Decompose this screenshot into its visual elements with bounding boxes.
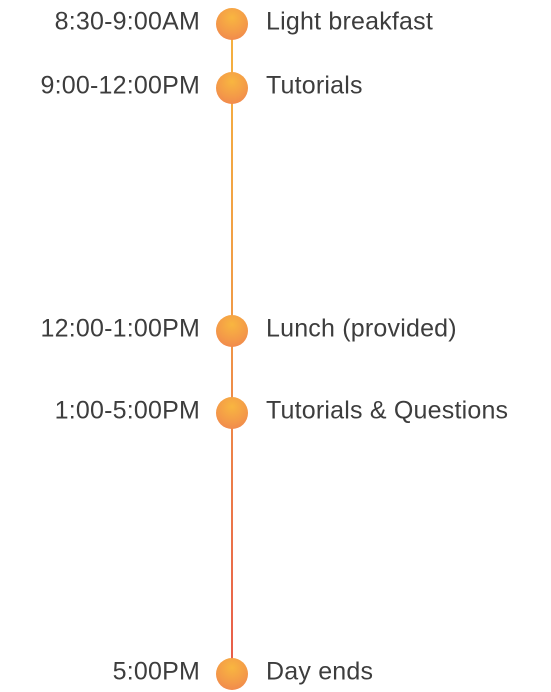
- entry-time: 8:30-9:00AM: [54, 7, 200, 36]
- timeline-dot-icon: [216, 658, 248, 690]
- entry-label: Light breakfast: [266, 7, 433, 36]
- entry-label: Tutorials: [266, 71, 363, 100]
- schedule-timeline: 8:30-9:00AM Light breakfast 9:00-12:00PM…: [0, 0, 551, 692]
- entry-label: Tutorials & Questions: [266, 396, 509, 425]
- timeline-entry-tutorials: 9:00-12:00PM Tutorials: [0, 66, 551, 106]
- timeline-entry-breakfast: 8:30-9:00AM Light breakfast: [0, 2, 551, 42]
- entry-label: Day ends: [266, 657, 374, 686]
- timeline-dot-icon: [216, 315, 248, 347]
- timeline-entry-day-ends: 5:00PM Day ends: [0, 652, 551, 692]
- entry-label: Lunch (provided): [266, 314, 457, 343]
- entry-time: 5:00PM: [112, 657, 200, 686]
- entry-time: 12:00-1:00PM: [40, 314, 200, 343]
- timeline-entry-tutorials-questions: 1:00-5:00PM Tutorials & Questions: [0, 391, 551, 431]
- entry-time: 9:00-12:00PM: [40, 71, 200, 100]
- timeline-dot-icon: [216, 72, 248, 104]
- timeline-dot-icon: [216, 397, 248, 429]
- timeline-dot-icon: [216, 8, 248, 40]
- timeline-entry-lunch: 12:00-1:00PM Lunch (provided): [0, 309, 551, 349]
- entry-time: 1:00-5:00PM: [54, 396, 200, 425]
